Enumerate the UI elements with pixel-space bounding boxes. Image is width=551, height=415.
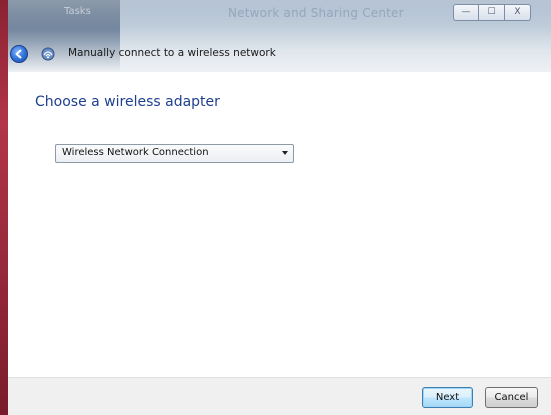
chevron-down-icon — [282, 151, 288, 155]
title-bar[interactable]: Tasks Network and Sharing Center — ☐ X M… — [0, 0, 551, 72]
maximize-icon: ☐ — [487, 7, 496, 17]
close-icon: X — [514, 7, 521, 17]
maximize-button[interactable]: ☐ — [479, 4, 505, 21]
close-button[interactable]: X — [505, 4, 531, 21]
back-arrow-icon — [15, 49, 22, 59]
caption-buttons: — ☐ X — [453, 4, 531, 21]
wizard-window: Tasks Network and Sharing Center — ☐ X M… — [0, 0, 551, 415]
frame-left-edge — [0, 0, 8, 415]
minimize-button[interactable]: — — [453, 4, 479, 21]
wizard-content: Choose a wireless adapter Wireless Netwo… — [8, 72, 551, 377]
cancel-button[interactable]: Cancel — [485, 387, 538, 408]
wizard-footer: Next Cancel — [8, 377, 551, 415]
wizard-title: Manually connect to a wireless network — [68, 47, 276, 59]
minimize-icon: — — [461, 7, 471, 17]
adapter-dropdown[interactable]: Wireless Network Connection — [55, 144, 294, 163]
page-heading: Choose a wireless adapter — [35, 94, 220, 110]
wireless-network-icon — [41, 47, 55, 61]
next-button[interactable]: Next — [422, 387, 473, 408]
adapter-dropdown-value: Wireless Network Connection — [62, 147, 209, 158]
background-window-title: Network and Sharing Center — [228, 6, 404, 20]
background-window-text: Tasks — [64, 6, 91, 17]
back-button[interactable] — [10, 45, 28, 63]
